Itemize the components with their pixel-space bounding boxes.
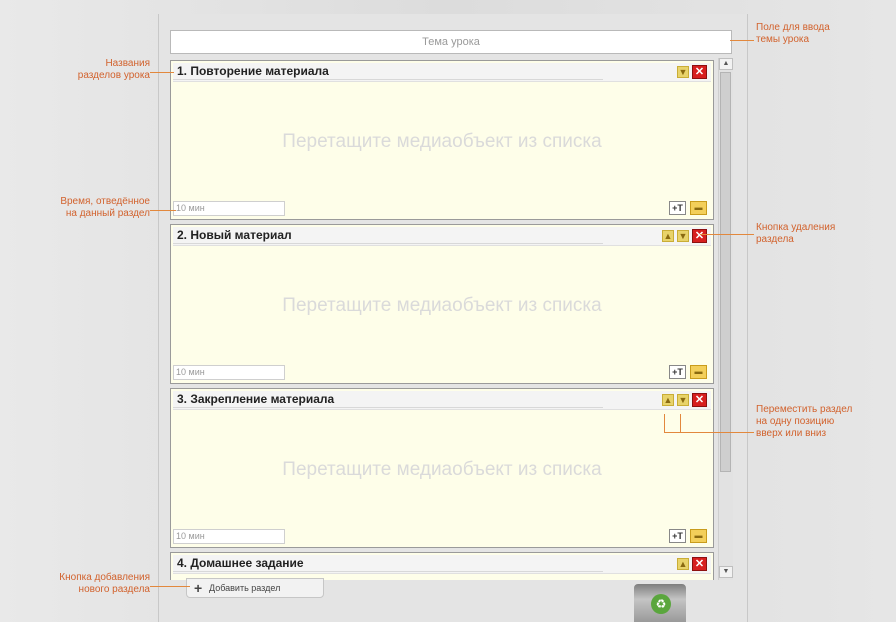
divider [173, 407, 603, 408]
annotation-topic-field: Поле для ввода темы урока [756, 22, 830, 45]
annotation-add-section: Кнопка добавления нового раздела [59, 572, 150, 595]
sections-list: 1. Повторение материала ▼ ✕ Перетащите м… [170, 58, 714, 580]
arrow-down-icon[interactable]: ▼ [677, 230, 689, 242]
media-drop-zone[interactable]: Перетащите медиаобъект из списка [171, 459, 713, 481]
arrow-up-icon[interactable]: ▲ [662, 230, 674, 242]
folder-icon[interactable]: ▬ [690, 201, 707, 215]
callout-line [664, 432, 754, 433]
section-footer: 10 мин +T ▬ [173, 365, 711, 381]
section-title-input[interactable]: 3. Закрепление материала [177, 392, 334, 406]
media-drop-zone[interactable]: Перетащите медиаобъект из списка [171, 131, 713, 153]
section-header: 3. Закрепление материала ▲ ▼ ✕ [173, 391, 711, 410]
divider [173, 243, 603, 244]
add-section-button[interactable]: + Добавить раздел [186, 578, 324, 598]
add-object-icon[interactable]: +T [669, 529, 686, 543]
callout-line [730, 40, 754, 41]
folder-icon[interactable]: ▬ [690, 529, 707, 543]
trash-icon[interactable]: ♻ [634, 584, 686, 622]
annotation-delete-button: Кнопка удаления раздела [756, 222, 836, 245]
close-icon[interactable]: ✕ [692, 229, 707, 243]
arrow-down-icon[interactable]: ▼ [677, 394, 689, 406]
annotation-section-names: Названия разделов урока [77, 58, 150, 81]
callout-line [680, 414, 681, 432]
callout-line [664, 414, 665, 432]
close-icon[interactable]: ✕ [692, 393, 707, 407]
section-time-input[interactable]: 10 мин [173, 201, 285, 216]
divider [173, 79, 603, 80]
callout-line [150, 72, 174, 73]
section-time-input[interactable]: 10 мин [173, 365, 285, 380]
recycle-icon: ♻ [651, 594, 671, 614]
arrow-up-icon[interactable]: ▲ [677, 558, 689, 570]
scroll-thumb[interactable] [720, 72, 731, 472]
section-title-input[interactable]: 4. Домашнее задание [177, 556, 304, 570]
section-time-input[interactable]: 10 мин [173, 529, 285, 544]
divider [173, 571, 603, 572]
callout-line [700, 234, 754, 235]
section-footer: 10 мин +T ▬ [173, 201, 711, 217]
section-card: 4. Домашнее задание ▲ ✕ [170, 552, 714, 580]
plus-icon: + [194, 580, 203, 596]
section-title-input[interactable]: 2. Новый материал [177, 228, 292, 242]
arrow-down-icon[interactable]: ▼ [677, 66, 689, 78]
scroll-down-button[interactable]: ▼ [719, 566, 733, 578]
sections-scrollbar[interactable]: ▲ ▼ [718, 58, 733, 580]
media-drop-zone[interactable]: Перетащите медиаобъект из списка [171, 295, 713, 317]
callout-line [150, 210, 176, 211]
add-object-icon[interactable]: +T [669, 365, 686, 379]
close-icon[interactable]: ✕ [692, 557, 707, 571]
callout-line [150, 586, 190, 587]
close-icon[interactable]: ✕ [692, 65, 707, 79]
lesson-topic-input[interactable]: Тема урока [170, 30, 732, 54]
folder-icon[interactable]: ▬ [690, 365, 707, 379]
arrow-up-icon[interactable]: ▲ [662, 394, 674, 406]
section-header: 4. Домашнее задание ▲ ✕ [173, 555, 711, 574]
add-section-label: Добавить раздел [209, 583, 281, 593]
section-title-input[interactable]: 1. Повторение материала [177, 64, 329, 78]
section-card: 2. Новый материал ▲ ▼ ✕ Перетащите медиа… [170, 224, 714, 384]
section-card: 1. Повторение материала ▼ ✕ Перетащите м… [170, 60, 714, 220]
section-card: 3. Закрепление материала ▲ ▼ ✕ Перетащит… [170, 388, 714, 548]
add-object-icon[interactable]: +T [669, 201, 686, 215]
annotation-time-spent: Время, отведённое на данный раздел [60, 196, 150, 219]
section-footer: 10 мин +T ▬ [173, 529, 711, 545]
section-header: 1. Повторение материала ▼ ✕ [173, 63, 711, 82]
scroll-up-button[interactable]: ▲ [719, 58, 733, 70]
section-header: 2. Новый материал ▲ ▼ ✕ [173, 227, 711, 246]
annotation-move-section: Переместить раздел на одну позицию вверх… [756, 404, 853, 439]
